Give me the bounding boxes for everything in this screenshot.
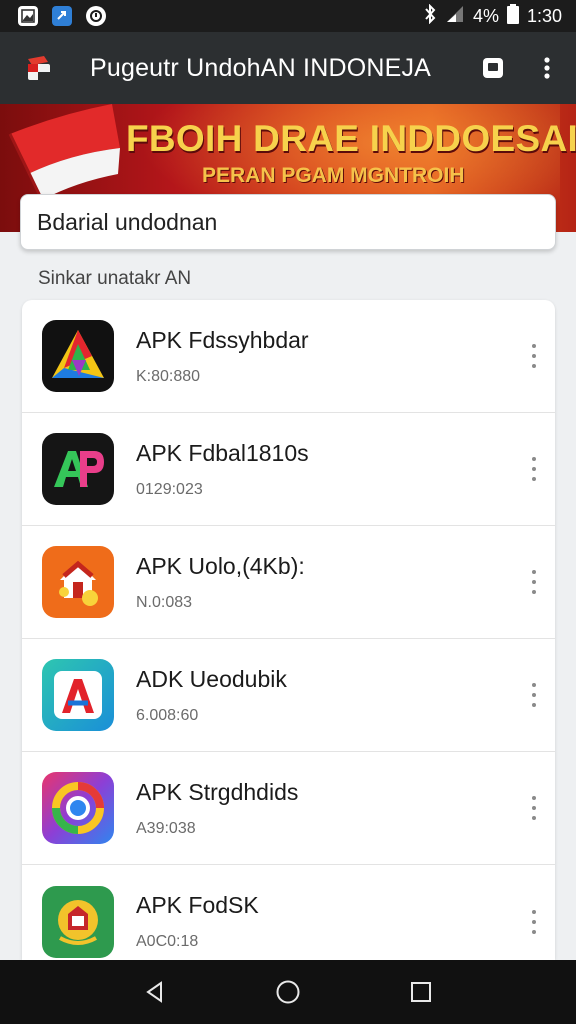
more-vert-icon[interactable]: [527, 457, 541, 481]
banner-subtitle: PERAN PGAM MGNTROIH: [202, 164, 465, 187]
more-vert-icon[interactable]: [527, 796, 541, 820]
a-logo-icon: [42, 659, 114, 731]
banner-title: FBOIH DRAE INDDOESAII: [126, 118, 576, 159]
house-logo-icon: [42, 546, 114, 618]
app-name: ADK Ueodubik: [136, 665, 287, 692]
app-logo-icon: [24, 53, 54, 83]
app-name: APK Strgdhdids: [136, 778, 299, 805]
home-icon[interactable]: [273, 977, 303, 1007]
ap-logo-icon: [42, 433, 114, 505]
app-name: APK Uolo,(4Kb):: [136, 552, 305, 579]
app-size: N.0:083: [136, 593, 193, 611]
app-name: APK FodSK: [136, 892, 259, 918]
square-icon[interactable]: [480, 55, 506, 81]
app-notification-icon: [86, 6, 106, 26]
app-title: Pugeutr UndohAN INDONEJA: [90, 53, 432, 82]
back-icon[interactable]: [140, 977, 170, 1007]
message-icon: [52, 6, 72, 26]
list-item[interactable]: APK Fdbal1810s 0129:023: [22, 413, 555, 526]
triangle-logo-icon: [42, 320, 114, 392]
app-name: APK Fdbal1810s: [136, 439, 309, 466]
navigation-bar: [0, 960, 576, 1024]
battery-text: 4%: [472, 5, 499, 26]
list-item[interactable]: APK Uolo,(4Kb): N.0:083: [22, 526, 555, 639]
list-item[interactable]: ADK Ueodubik 6.008:60: [22, 639, 555, 752]
bluetooth-icon: [423, 3, 437, 29]
app-size: A0C0:18: [136, 933, 199, 950]
app-size: K:80:880: [136, 367, 201, 385]
app-size: 6.008:60: [136, 706, 199, 724]
battery-icon: [506, 3, 519, 29]
list-item[interactable]: APK Fdssyhbdar K:80:880: [22, 300, 555, 413]
status-bar: 4% 1:30: [0, 0, 576, 32]
circle-logo-icon: [42, 772, 114, 844]
gallery-icon: [18, 6, 38, 26]
more-vert-icon[interactable]: [527, 683, 541, 707]
status-time: 1:30: [526, 5, 562, 26]
signal-icon: [445, 5, 465, 28]
more-vert-icon[interactable]: [527, 909, 541, 934]
list-item[interactable]: APK FodSK A0C0:18: [22, 865, 555, 960]
recents-icon[interactable]: [406, 977, 436, 1007]
app-list: APK Fdssyhbdar K:80:880 APK Fdbal1810s 0…: [22, 300, 555, 960]
section-label: Sinkar unatakr AN: [38, 268, 192, 289]
emblem-logo-icon: [42, 885, 114, 958]
list-item[interactable]: APK Strgdhdids A39:038: [22, 752, 555, 865]
more-vert-icon[interactable]: [527, 570, 541, 594]
app-size: 0129:023: [136, 480, 203, 498]
app-size: A39:038: [136, 819, 196, 837]
more-vert-icon[interactable]: [527, 344, 541, 368]
more-vert-icon[interactable]: [534, 55, 560, 81]
search-input[interactable]: Bdarial undodnan: [20, 194, 556, 250]
app-bar: Pugeutr UndohAN INDONEJA: [0, 32, 576, 104]
app-name: APK Fdssyhbdar: [136, 326, 309, 353]
